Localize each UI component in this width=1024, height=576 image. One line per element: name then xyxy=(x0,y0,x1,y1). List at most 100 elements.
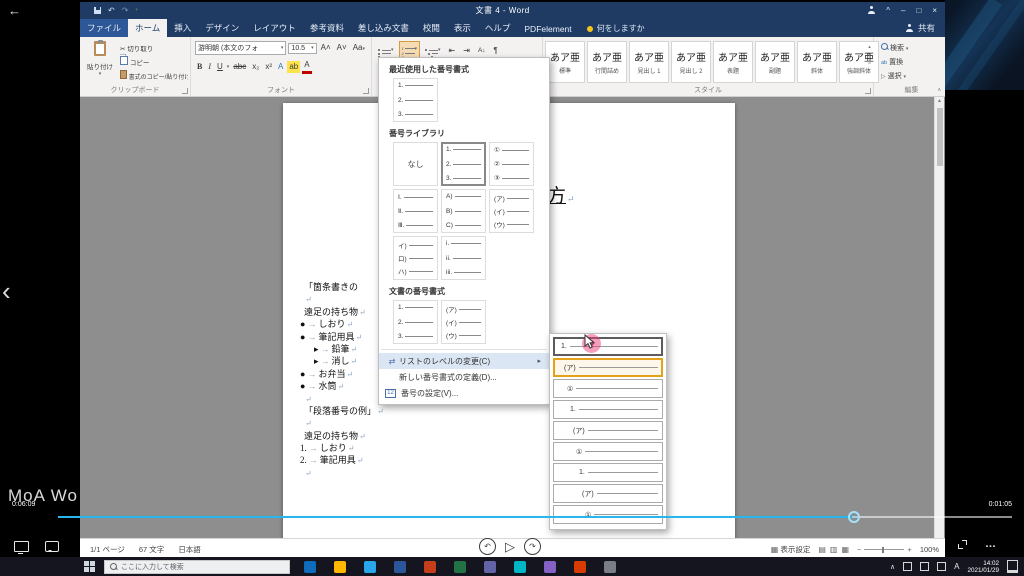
skip-back-button[interactable]: ↶ xyxy=(479,538,496,555)
save-icon[interactable] xyxy=(94,7,101,14)
style-chip[interactable]: あア亜 見出し 2 xyxy=(671,41,711,83)
select-button[interactable]: ▷ 選択 ▾ xyxy=(881,70,949,84)
taskbar-app-icon[interactable] xyxy=(364,561,376,573)
numbering-option[interactable]: Ⅰ. Ⅱ. Ⅲ. xyxy=(393,189,438,233)
style-chip[interactable]: あア亜 行間詰め xyxy=(587,41,627,83)
tell-me-box[interactable]: 何をしますか xyxy=(579,20,653,37)
display-settings-button[interactable]: ▦ 表示設定 xyxy=(771,544,811,555)
grow-font-button[interactable]: A˄ xyxy=(319,42,333,54)
ribbon-tab[interactable]: 挿入 xyxy=(167,19,198,37)
clipboard-dialog-launcher-icon[interactable] xyxy=(182,88,188,94)
tray-chevron-icon[interactable]: ∧ xyxy=(890,563,895,571)
format-painter-button[interactable]: 書式のコピー/貼り付け xyxy=(120,70,188,85)
redo-icon[interactable]: ↷ xyxy=(122,6,129,15)
document-numbering-option[interactable]: (ア) (イ) (ウ) xyxy=(441,300,486,344)
style-chip[interactable]: あア亜 副題 xyxy=(755,41,795,83)
back-arrow-icon[interactable]: ← xyxy=(8,3,21,18)
taskbar-app-icon[interactable] xyxy=(394,561,406,573)
decrease-indent-button[interactable]: ⇤ xyxy=(447,45,458,57)
action-center-icon[interactable] xyxy=(1007,560,1018,573)
list-level-option[interactable]: ① xyxy=(553,379,663,398)
ribbon-tab[interactable]: ホーム xyxy=(128,19,167,37)
subscript-button[interactable]: x₂ xyxy=(250,61,261,73)
list-level-option[interactable]: (ア) xyxy=(553,358,663,377)
italic-button[interactable]: I xyxy=(206,61,213,73)
ribbon-tab[interactable]: 参考資料 xyxy=(303,19,351,37)
numbering-option[interactable]: i. ii. iii. xyxy=(441,236,486,280)
shrink-font-button[interactable]: A˅ xyxy=(335,42,349,54)
list-level-option[interactable]: 1. xyxy=(553,463,663,482)
skip-forward-button[interactable]: ↷ xyxy=(524,538,541,555)
taskbar-app-icon[interactable] xyxy=(334,561,346,573)
list-level-option[interactable]: ① xyxy=(553,505,663,524)
style-chip[interactable]: あア亜 見出し 1 xyxy=(629,41,669,83)
superscript-button[interactable]: x² xyxy=(263,61,274,73)
undo-icon[interactable]: ↶ xyxy=(108,6,115,15)
font-name-select[interactable]: 游明朝 (本文のフォ▾ xyxy=(195,41,286,55)
read-mode-icon[interactable]: ▤ xyxy=(818,545,826,554)
ribbon-tab[interactable]: 差し込み文書 xyxy=(351,19,416,37)
formatting-marks-button[interactable]: ¶ xyxy=(492,45,500,57)
vertical-scrollbar[interactable]: ▲ xyxy=(934,97,944,538)
ribbon-display-options-icon[interactable]: ^ xyxy=(886,6,890,15)
account-icon[interactable] xyxy=(867,6,875,14)
style-chip[interactable]: あア亜 標準 xyxy=(545,41,585,83)
list-level-option[interactable]: 1. xyxy=(553,337,663,356)
styles-dialog-launcher-icon[interactable] xyxy=(865,88,871,94)
ribbon-tab[interactable]: デザイン xyxy=(198,19,246,37)
tray-icon-3[interactable] xyxy=(937,562,946,571)
zoom-level[interactable]: 100% xyxy=(920,545,939,554)
taskbar-app-icon[interactable] xyxy=(304,561,316,573)
sort-button[interactable]: A↓ xyxy=(476,45,488,57)
play-button[interactable]: ▷ xyxy=(505,540,515,553)
taskbar-app-icon[interactable] xyxy=(454,561,466,573)
list-level-option[interactable]: (ア) xyxy=(553,421,663,440)
collapse-ribbon-icon[interactable]: ˄ xyxy=(937,88,941,94)
taskbar-clock[interactable]: 14:02 2021/01/29 xyxy=(967,560,999,574)
language-indicator[interactable]: 日本語 xyxy=(178,544,201,555)
numbering-option[interactable]: A) B) C) xyxy=(441,189,486,233)
numbering-option[interactable]: ① ② ③ xyxy=(489,142,534,186)
taskbar-app-icon[interactable] xyxy=(484,561,496,573)
menu-item-set-numbering-value[interactable]: 12 番号の設定(V)... xyxy=(379,385,549,401)
taskbar-app-icon[interactable] xyxy=(424,561,436,573)
recent-numbering-option[interactable]: 1. 2. 3. xyxy=(393,78,438,122)
document-numbering-option[interactable]: 1. 2. 3. xyxy=(393,300,438,344)
replace-button[interactable]: ab 置換 xyxy=(881,56,949,70)
web-layout-icon[interactable]: ▦ xyxy=(841,545,849,554)
style-chip[interactable]: あア亜 強調斜体 xyxy=(839,41,879,83)
scrollbar-thumb[interactable] xyxy=(937,108,943,166)
ribbon-tab[interactable]: レイアウト xyxy=(246,19,303,37)
ribbon-tab[interactable]: PDFelement xyxy=(517,21,578,37)
style-chip[interactable]: あア亜 表題 xyxy=(713,41,753,83)
menu-item-change-list-level[interactable]: ⇄ リストのレベルの変更(C) ▸ xyxy=(379,353,549,369)
maximize-button[interactable]: □ xyxy=(916,6,921,15)
increase-indent-button[interactable]: ⇥ xyxy=(461,45,472,57)
comments-icon[interactable] xyxy=(45,541,59,552)
font-dialog-launcher-icon[interactable] xyxy=(363,88,369,94)
strikethrough-button[interactable]: abc xyxy=(231,61,248,73)
list-level-option[interactable]: ① xyxy=(553,442,663,461)
word-count[interactable]: 67 文字 xyxy=(139,544,164,555)
find-button[interactable]: 検索 ▾ xyxy=(881,42,949,56)
zoom-slider[interactable]: −+ xyxy=(857,545,912,554)
copy-button[interactable]: コピー xyxy=(120,56,188,70)
share-button[interactable]: 共有 xyxy=(896,19,945,37)
taskbar-search[interactable]: ここに入力して検索 xyxy=(104,560,290,574)
progress-knob[interactable] xyxy=(848,511,860,523)
paste-button[interactable]: 貼り付け ▾ xyxy=(85,41,115,77)
cut-button[interactable]: ✂ 切り取り xyxy=(120,43,188,56)
start-button[interactable] xyxy=(84,561,95,572)
numbering-option-none[interactable]: なし xyxy=(393,142,438,186)
print-layout-icon[interactable]: ▥ xyxy=(830,545,838,554)
font-color-button[interactable]: A xyxy=(302,59,311,74)
taskbar-app-icon[interactable] xyxy=(514,561,526,573)
font-size-select[interactable]: 10.5▾ xyxy=(288,43,316,54)
video-progress-bar[interactable] xyxy=(58,516,1012,518)
taskbar-app-icon[interactable] xyxy=(574,561,586,573)
numbering-option[interactable]: イ) ロ) ハ) xyxy=(393,236,438,280)
display-icon[interactable] xyxy=(14,541,29,552)
highlight-button[interactable]: ab xyxy=(287,61,300,73)
bold-button[interactable]: B xyxy=(195,61,204,73)
change-case-button[interactable]: Aa▾ xyxy=(351,42,367,55)
